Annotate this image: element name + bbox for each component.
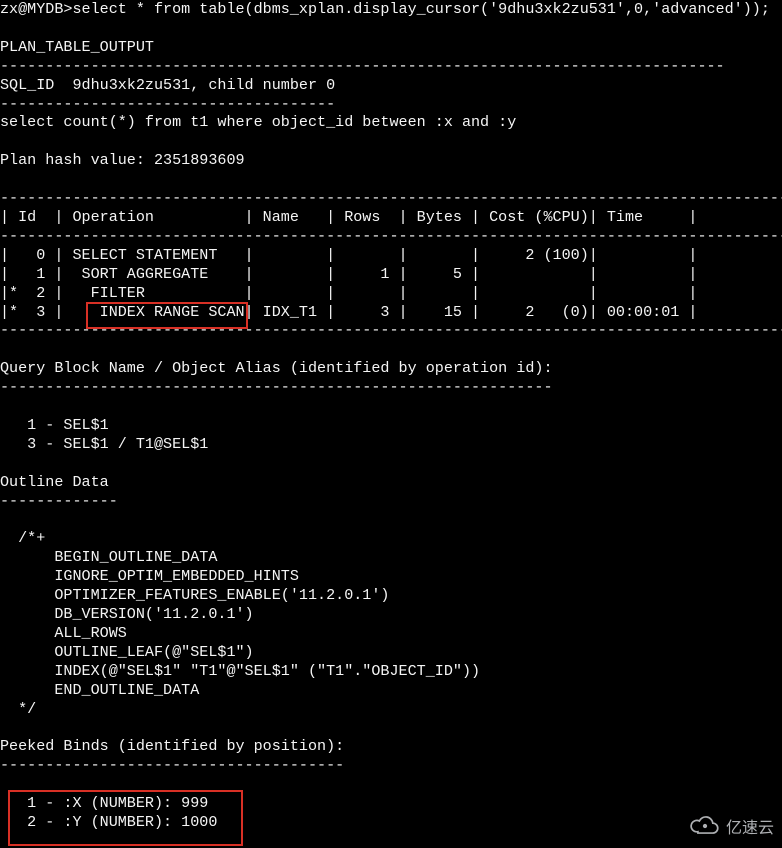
watermark-label: 亿速云	[726, 820, 774, 839]
terminal-output: zx@MYDB>select * from table(dbms_xplan.d…	[0, 0, 782, 832]
watermark: 亿速云	[688, 816, 774, 842]
cloud-icon	[688, 816, 722, 842]
